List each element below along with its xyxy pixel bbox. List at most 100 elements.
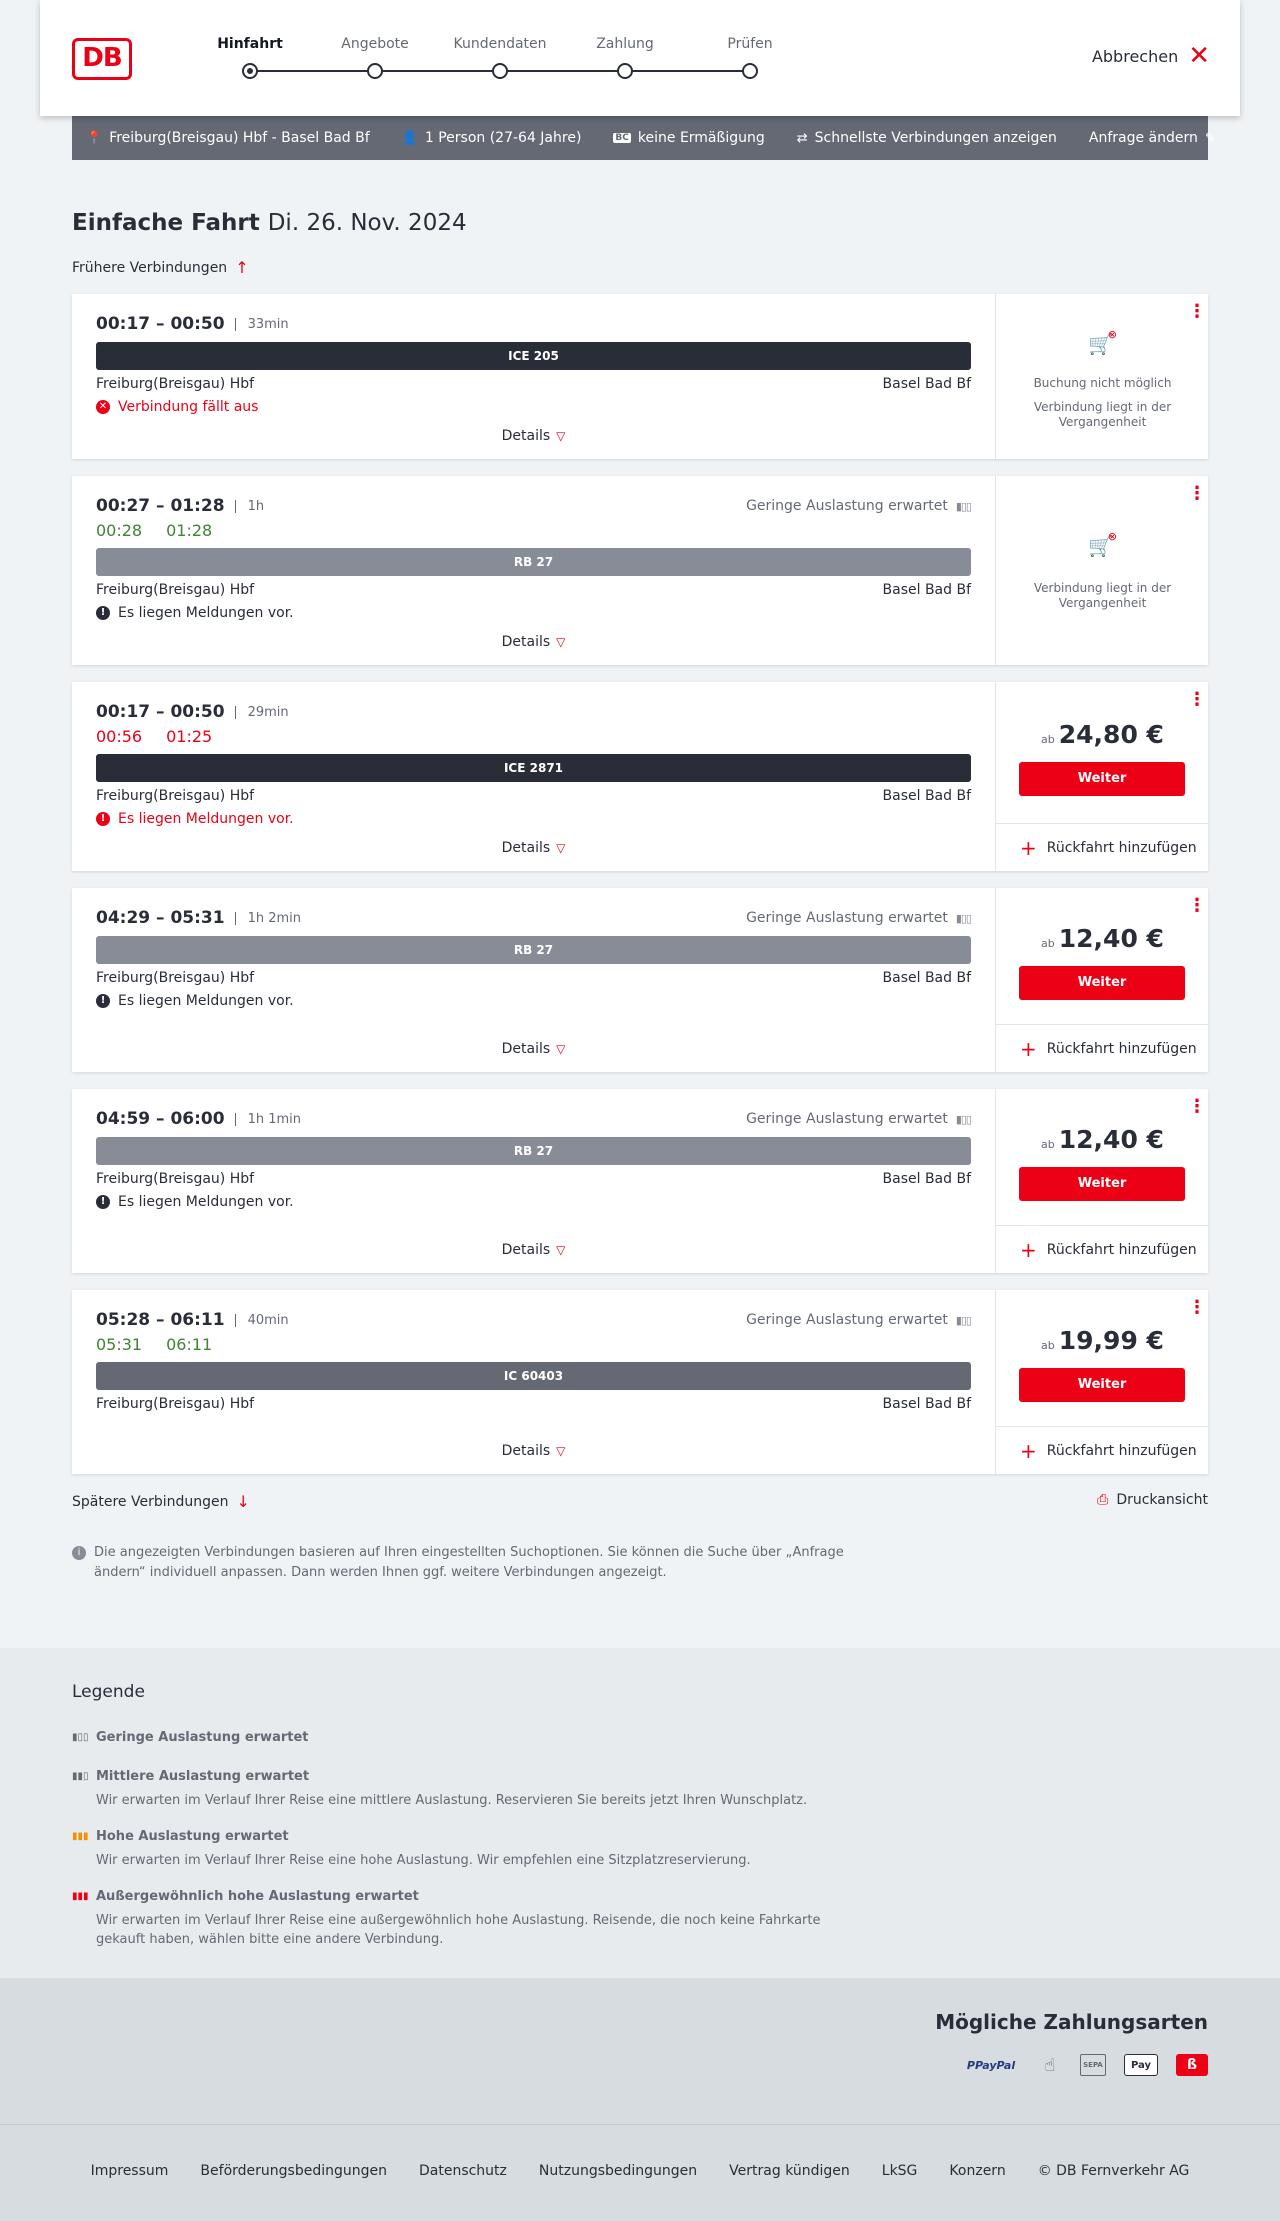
cancel-label: Abbrechen — [1091, 46, 1179, 66]
footer-link-konzern[interactable]: Konzern — [949, 2163, 1005, 2179]
duration: 40min — [234, 1313, 289, 1327]
footer-link-datenschutz[interactable]: Datenschutz — [419, 2163, 507, 2179]
message-text: Es liegen Meldungen vor. — [118, 993, 294, 1009]
more-options-icon[interactable]: ⋮ — [1188, 691, 1206, 709]
chevron-down-icon: ▽ — [556, 1444, 566, 1458]
add-return-button[interactable]: + Rückfahrt hinzufügen — [996, 1225, 1209, 1273]
continue-button[interactable]: Weiter — [1019, 966, 1185, 1000]
apple-pay-label: Pay — [1130, 2059, 1152, 2071]
step-dot-active — [242, 63, 258, 79]
db-logo[interactable]: DB — [72, 38, 132, 80]
occupancy-text: Geringe Auslastung erwartet — [746, 1312, 948, 1328]
persons-text: 1 Person (27-64 Jahre) — [424, 130, 582, 146]
train-bar[interactable]: ICE 205 — [96, 342, 971, 370]
times-text: 00:17 – 00:50 — [96, 314, 225, 334]
paypal-label: PayPal — [974, 2058, 1016, 2072]
search-summary-bar: 📍 Freiburg(Breisgau) Hbf - Basel Bad Bf 👤… — [72, 116, 1216, 160]
change-request-button[interactable]: Anfrage ändern ✎ — [1089, 130, 1216, 146]
realtime-times: 00:28 01:28 — [96, 521, 212, 540]
connection-card: 05:28 – 06:11 40min Geringe Auslastung er… — [72, 1290, 1209, 1474]
message-text: Es liegen Meldungen vor. — [118, 1194, 294, 1210]
more-options-icon[interactable]: ⋮ — [1188, 1299, 1206, 1317]
duration: 1h 2min — [234, 911, 301, 925]
realtime-departure: 00:28 — [96, 521, 143, 540]
footer-link-vertrag-kuendigen[interactable]: Vertrag kündigen — [729, 2163, 850, 2179]
connection-card: 00:27 – 01:28 1h Geringe Auslastung erwar… — [72, 476, 1208, 665]
footer-link-lksg[interactable]: LkSG — [882, 2163, 918, 2179]
booking-panel: ⋮ ab 19,99 € Weiter + Rückfahrt hinzufügen — [995, 1290, 1209, 1474]
sepa-icon: SEPA — [1080, 2054, 1106, 2076]
more-options-icon[interactable]: ⋮ — [1188, 485, 1206, 503]
plus-icon: + — [1020, 835, 1037, 860]
legend-item-low: ▮▯▯ Geringe Auslastung erwartet — [72, 1730, 852, 1745]
train-bar[interactable]: IC 60403 — [96, 1362, 971, 1390]
step-kundendaten: Kundendaten — [453, 36, 547, 52]
footer-link-nutzungsbedingungen[interactable]: Nutzungsbedingungen — [539, 2163, 697, 2179]
chevron-down-icon: ▽ — [556, 1042, 566, 1056]
price-value: 12,40 € — [1058, 924, 1164, 953]
print-view-link[interactable]: ⎙ Druckansicht — [1097, 1492, 1208, 1508]
connection-card: 00:17 – 00:50 33min ICE 205 Freiburg(Brei… — [72, 294, 1208, 459]
times-text: 04:29 – 05:31 — [96, 908, 225, 928]
later-connections-link[interactable]: Spätere Verbindungen ↓ — [72, 1492, 250, 1511]
more-options-icon[interactable]: ⋮ — [1188, 897, 1206, 915]
connection-times: 04:29 – 05:31 1h 2min — [96, 908, 301, 928]
step-hinfahrt: Hinfahrt — [217, 36, 283, 52]
price: ab 24,80 € — [996, 720, 1209, 749]
trip-type: Einfache Fahrt — [72, 210, 260, 236]
continue-button[interactable]: Weiter — [1019, 1167, 1185, 1201]
footer-link-befoerderungsbedingungen[interactable]: Beförderungsbedingungen — [200, 2163, 387, 2179]
add-return-button[interactable]: + Rückfahrt hinzufügen — [996, 1024, 1209, 1072]
add-return-button[interactable]: + Rückfahrt hinzufügen — [996, 1426, 1209, 1474]
connection-details: 00:27 – 01:28 1h Geringe Auslastung erwar… — [72, 476, 995, 665]
earlier-connections-link[interactable]: Frühere Verbindungen ↑ — [72, 258, 249, 277]
details-toggle[interactable]: Details ▽ — [72, 1443, 995, 1459]
step-dot — [742, 63, 758, 79]
more-options-icon[interactable]: ⋮ — [1188, 303, 1206, 321]
arrow-down-icon: ↓ — [236, 1492, 250, 1511]
alert-icon: ! — [96, 994, 110, 1008]
notice-message: ! Es liegen Meldungen vor. — [96, 993, 294, 1009]
connection-details: 04:29 – 05:31 1h 2min Geringe Auslastung … — [72, 888, 995, 1072]
details-toggle[interactable]: Details ▽ — [72, 1242, 995, 1258]
sepa-label: SEPA — [1083, 2061, 1103, 2069]
occupancy-text: Geringe Auslastung erwartet — [746, 1111, 948, 1127]
details-toggle[interactable]: Details ▽ — [72, 428, 995, 444]
connection-times: 04:59 – 06:00 1h 1min — [96, 1109, 301, 1129]
payment-icons: P PayPal ☝ SEPA Pay ß — [962, 2054, 1208, 2076]
booking-panel: ⋮ ab 24,80 € Weiter + Rückfahrt hinzufügen — [995, 682, 1209, 871]
footer-link-impressum[interactable]: Impressum — [91, 2163, 169, 2179]
connection-card: 00:17 – 00:50 29min 00:56 01:25 ICE 2871 F… — [72, 682, 1209, 871]
duration: 1h 1min — [234, 1112, 301, 1126]
connection-times: 05:28 – 06:11 40min — [96, 1310, 289, 1330]
continue-button[interactable]: Weiter — [1019, 1368, 1185, 1402]
details-toggle[interactable]: Details ▽ — [72, 840, 995, 856]
departure-station: Freiburg(Breisgau) Hbf — [96, 970, 255, 986]
cancel-button[interactable]: Abbrechen ✕ — [1091, 41, 1210, 71]
train-bar[interactable]: ICE 2871 — [96, 754, 971, 782]
train-bar[interactable]: RB 27 — [96, 548, 971, 576]
past-connection-text: Verbindung liegt in der Vergangenheit — [1033, 581, 1172, 610]
duration: 1h — [234, 499, 264, 513]
details-toggle[interactable]: Details ▽ — [72, 634, 995, 650]
details-toggle[interactable]: Details ▽ — [72, 1041, 995, 1057]
booking-not-possible: Buchung nicht möglich — [1033, 376, 1172, 390]
price-prefix: ab — [1041, 733, 1055, 746]
connection-times: 00:27 – 01:28 1h — [96, 496, 264, 516]
more-options-icon[interactable]: ⋮ — [1188, 1098, 1206, 1116]
persons-summary: 👤 1 Person (27-64 Jahre) — [402, 130, 582, 146]
legend-item-high: ▮▮▮ Hohe Auslastung erwartet Wir erwarten… — [72, 1829, 852, 1870]
train-bar[interactable]: RB 27 — [96, 936, 971, 964]
booking-panel: ⋮ 🛒 ⊗ Buchung nicht möglich Verbindung li… — [995, 294, 1208, 459]
train-bar[interactable]: RB 27 — [96, 1137, 971, 1165]
arrival-station: Basel Bad Bf — [882, 1396, 971, 1412]
close-icon: ✕ — [1188, 41, 1210, 71]
times-text: 05:28 – 06:11 — [96, 1310, 225, 1330]
notice-message: ! Es liegen Meldungen vor. — [96, 1194, 294, 1210]
booking-panel: ⋮ 🛒 ⊗ Verbindung liegt in der Vergangenhe… — [995, 476, 1208, 665]
realtime-departure: 00:56 — [96, 727, 143, 746]
continue-button[interactable]: Weiter — [1019, 762, 1185, 796]
add-return-button[interactable]: + Rückfahrt hinzufügen — [996, 823, 1209, 871]
price-value: 19,99 € — [1058, 1326, 1164, 1355]
payment-methods-title: Mögliche Zahlungsarten — [935, 2010, 1208, 2034]
